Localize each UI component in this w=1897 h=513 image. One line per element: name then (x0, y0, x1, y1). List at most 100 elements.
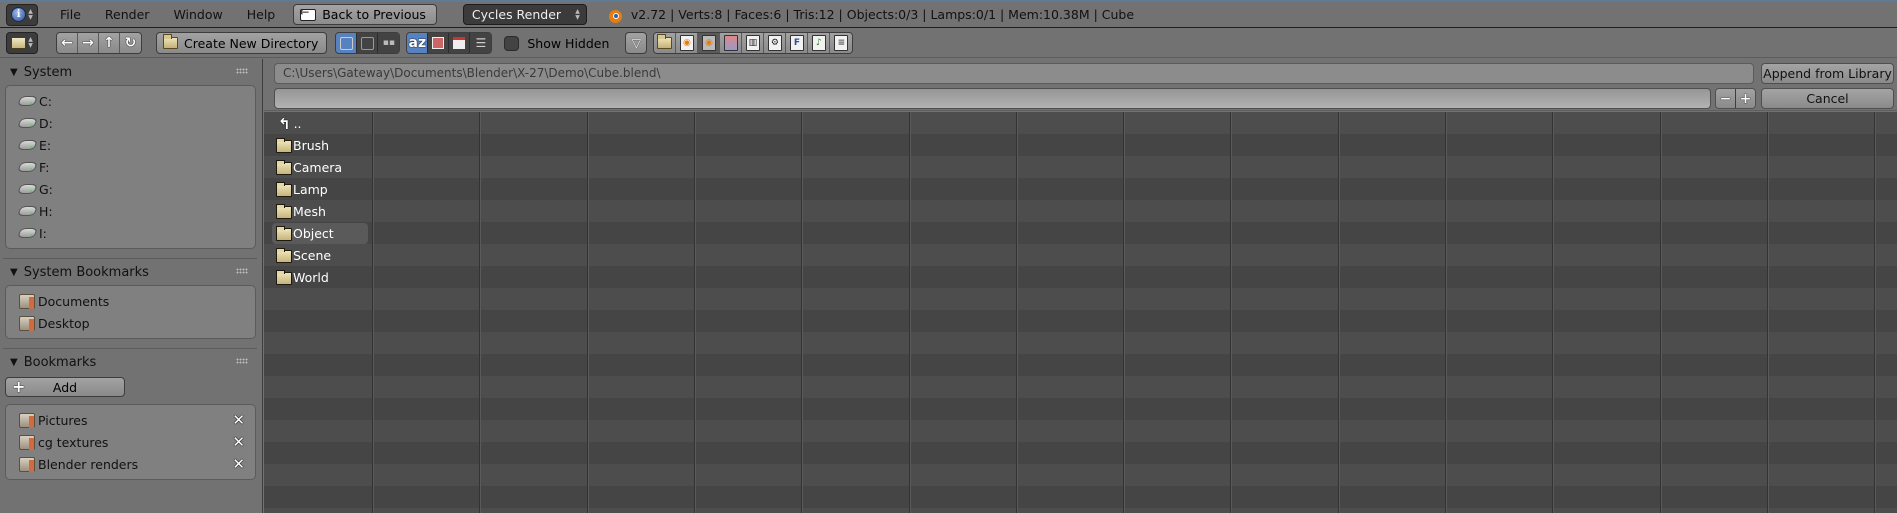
disk-drive-icon (17, 228, 38, 238)
drive-item[interactable]: G: (6, 178, 255, 200)
filter-folder-icon[interactable] (654, 33, 677, 53)
drive-label: G: (39, 181, 53, 197)
system-bookmark-item[interactable]: Documents (6, 290, 255, 312)
column-divider (694, 112, 695, 513)
filter-movie-icon[interactable]: ▥ (742, 33, 765, 53)
directory-path-field[interactable]: C:\Users\Gateway\Documents\Blender\X-27\… (274, 63, 1754, 84)
editor-type-selector-file[interactable]: ▲ ▼ (6, 32, 38, 54)
folder-row[interactable]: Mesh (272, 201, 368, 222)
render-engine-dropdown[interactable]: Cycles Render ▲ ▼ (462, 4, 587, 25)
bookmark-item[interactable]: Blender renders ✕ (6, 453, 255, 475)
column-divider (1016, 112, 1017, 513)
short-list-icon[interactable] (336, 33, 358, 53)
filter-funnel-icon[interactable]: ▽ (625, 32, 648, 54)
folder-icon (276, 160, 292, 175)
filter-text-icon[interactable]: ≡ (830, 33, 853, 53)
drive-item[interactable]: H: (6, 200, 255, 222)
folder-icon (276, 270, 292, 285)
menu-help[interactable]: Help (235, 7, 288, 22)
bookmark-item[interactable]: Pictures ✕ (6, 409, 255, 431)
sort-alpha-icon[interactable]: az (407, 33, 429, 53)
system-bookmark-item[interactable]: Desktop (6, 312, 255, 334)
bookmark-folder-icon (19, 293, 35, 309)
folder-row[interactable]: World (272, 267, 368, 288)
bookmark-label: Pictures (38, 412, 88, 428)
parent-directory-icon: ↰ (278, 114, 291, 133)
drive-item[interactable]: E: (6, 134, 255, 156)
add-bookmark-button[interactable]: + Add (5, 377, 125, 397)
back-arrow-icon[interactable]: ← (57, 33, 78, 53)
menu-window[interactable]: Window (161, 7, 234, 22)
column-divider (1660, 112, 1661, 513)
cancel-button[interactable]: Cancel (1761, 88, 1894, 109)
disk-drive-icon (17, 184, 38, 194)
parent-directory-row[interactable]: ↰ .. (272, 113, 368, 134)
filter-backup-blend-icon[interactable]: ◉ (698, 33, 721, 53)
panel-grip-icon[interactable] (236, 358, 248, 364)
folder-row[interactable]: Lamp (272, 179, 368, 200)
show-hidden-label: Show Hidden (527, 35, 610, 51)
drive-item[interactable]: F: (6, 156, 255, 178)
back-to-previous-button[interactable]: Back to Previous (293, 4, 437, 25)
system-bookmarks-panel-header[interactable]: ▼ System Bookmarks (0, 259, 262, 285)
drive-item[interactable]: I: (6, 222, 255, 244)
forward-arrow-icon[interactable]: → (78, 33, 99, 53)
filter-script-icon[interactable]: ⚙ (764, 33, 787, 53)
bookmarks-title: Bookmarks (23, 354, 97, 370)
filter-sound-icon[interactable]: ♪ (808, 33, 831, 53)
info-header: i ▲▼ File Render Window Help Back to Pre… (0, 0, 1897, 28)
filter-font-icon[interactable]: F (786, 33, 809, 53)
thumbnails-icon[interactable]: ▪▪ (378, 33, 400, 53)
append-from-library-button[interactable]: Append from Library (1761, 63, 1894, 84)
refresh-icon[interactable]: ↻ (120, 33, 141, 53)
create-new-directory-button[interactable]: Create New Directory (156, 32, 328, 54)
back-to-previous-label: Back to Previous (322, 7, 426, 22)
file-name: Brush (293, 138, 330, 153)
file-name: Mesh (293, 204, 326, 219)
drive-label: C: (39, 93, 52, 109)
bookmark-label: cg textures (38, 434, 109, 450)
bookmark-folder-icon (19, 315, 35, 331)
column-divider (1230, 112, 1231, 513)
filter-image-icon[interactable] (720, 33, 743, 53)
filename-field[interactable] (274, 88, 1711, 109)
sort-extension-icon[interactable] (428, 33, 450, 53)
new-folder-icon (163, 34, 178, 49)
filter-blend-icon[interactable]: ◉ (676, 33, 699, 53)
system-panel-header[interactable]: ▼ System (0, 59, 262, 85)
sort-time-icon[interactable] (449, 33, 471, 53)
bookmarks-panel-header[interactable]: ▼ Bookmarks (0, 349, 262, 375)
menu-file[interactable]: File (48, 7, 93, 22)
drive-item[interactable]: D: (6, 112, 255, 134)
bookmark-item[interactable]: cg textures ✕ (6, 431, 255, 453)
folder-row[interactable]: Brush (272, 135, 368, 156)
column-divider (801, 112, 802, 513)
drive-item[interactable]: C: (6, 90, 255, 112)
sort-buttons: az ☰ (406, 32, 493, 54)
remove-bookmark-icon[interactable]: ✕ (232, 433, 245, 451)
folder-icon (276, 182, 292, 197)
folder-row[interactable]: Scene (272, 245, 368, 266)
collapse-triangle-icon: ▼ (10, 66, 18, 78)
sort-size-icon[interactable]: ☰ (470, 33, 492, 53)
folder-row-highlighted[interactable]: Object (272, 223, 368, 244)
system-drives-list: C: D: E: F: G: H: I: (5, 85, 256, 249)
panel-grip-icon[interactable] (236, 268, 248, 274)
remove-bookmark-icon[interactable]: ✕ (232, 455, 245, 473)
increment-icon[interactable]: + (1736, 89, 1755, 108)
show-hidden-checkbox[interactable] (504, 35, 520, 51)
file-name: .. (293, 116, 302, 131)
parent-directory-icon[interactable]: ↑ (99, 33, 120, 53)
column-divider (1767, 112, 1768, 513)
disk-drive-icon (17, 118, 38, 128)
panel-grip-icon[interactable] (236, 68, 248, 74)
decrement-icon[interactable]: − (1716, 89, 1736, 108)
blender-logo-icon (605, 6, 623, 24)
file-type-filters: ◉ ◉ ▥ ⚙ F ♪ ≡ (653, 32, 854, 54)
editor-type-selector[interactable]: i ▲ ▼ (6, 3, 38, 26)
menu-render[interactable]: Render (93, 7, 162, 22)
column-divider (587, 112, 588, 513)
folder-row[interactable]: Camera (272, 157, 368, 178)
long-list-icon[interactable] (357, 33, 379, 53)
remove-bookmark-icon[interactable]: ✕ (232, 411, 245, 429)
